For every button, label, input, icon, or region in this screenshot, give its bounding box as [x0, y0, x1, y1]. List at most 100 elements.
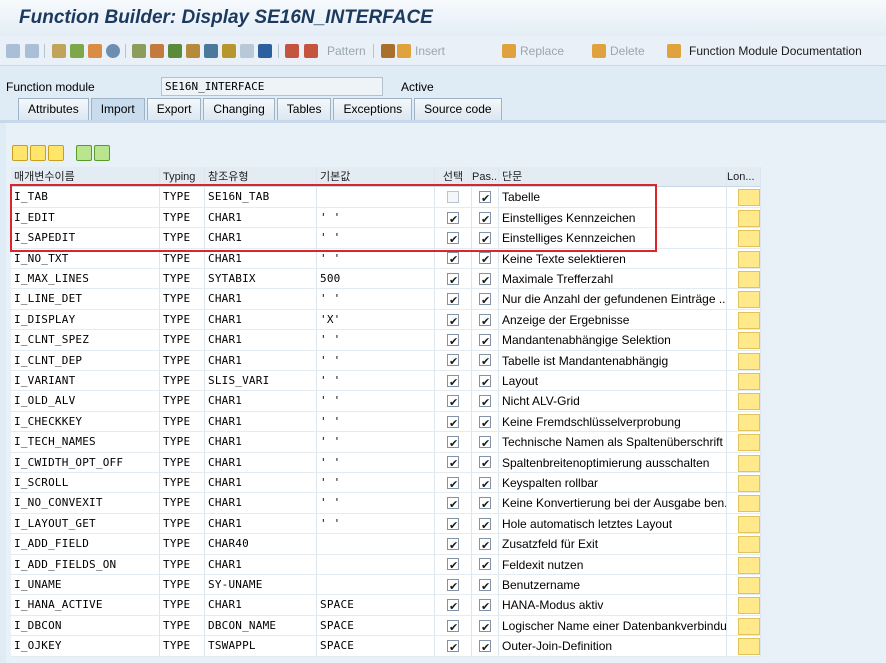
pass-value-checkbox[interactable] — [479, 230, 491, 248]
associated-type-cell[interactable]: CHAR1 — [205, 595, 317, 616]
typing-cell[interactable]: TYPE — [160, 411, 205, 433]
typing-cell[interactable]: TYPE — [160, 391, 205, 412]
optional-checkbox[interactable] — [447, 495, 459, 513]
typing-cell[interactable]: TYPE — [160, 289, 205, 310]
associated-type-cell[interactable]: CHAR1 — [205, 432, 317, 453]
short-text-cell[interactable]: Einstelliges Kennzeichen — [499, 207, 727, 229]
associated-type-cell[interactable]: CHAR1 — [205, 350, 317, 371]
hierarchy-icon[interactable] — [204, 42, 218, 60]
pass-value-checkbox[interactable] — [479, 454, 491, 472]
optional-checkbox[interactable] — [447, 393, 459, 411]
long-text-button[interactable] — [738, 250, 760, 268]
col-header-short-text[interactable]: 단문 — [499, 167, 727, 188]
pass-value-checkbox[interactable] — [479, 189, 491, 207]
optional-checkbox[interactable] — [447, 618, 459, 635]
long-text-button[interactable] — [738, 271, 760, 288]
default-value-cell[interactable]: ' ' — [317, 207, 435, 229]
short-text-cell[interactable]: Nicht ALV-Grid — [499, 391, 727, 412]
long-text-button[interactable] — [738, 393, 760, 411]
default-value-cell[interactable] — [317, 575, 435, 596]
active-inactive-icon[interactable] — [70, 42, 84, 60]
associated-type-cell[interactable]: CHAR1 — [205, 391, 317, 412]
tab-tables[interactable]: Tables — [276, 98, 332, 120]
short-text-cell[interactable]: Anzeige der Ergebnisse — [499, 309, 727, 331]
pass-value-checkbox[interactable] — [479, 516, 491, 533]
paste-icon[interactable] — [48, 145, 64, 161]
default-value-cell[interactable]: ' ' — [317, 391, 435, 412]
optional-checkbox[interactable] — [447, 577, 459, 594]
insert-row-icon[interactable] — [76, 145, 92, 161]
typing-cell[interactable]: TYPE — [160, 575, 205, 596]
object-list-icon[interactable] — [168, 42, 182, 60]
display-object-icon[interactable] — [240, 42, 254, 60]
parameter-name-cell[interactable]: I_ADD_FIELD — [11, 534, 160, 555]
long-text-button[interactable] — [738, 413, 760, 431]
parameter-name-cell[interactable]: I_NO_TXT — [11, 248, 160, 269]
pass-value-checkbox[interactable] — [479, 495, 491, 513]
pass-value-checkbox[interactable] — [479, 414, 491, 431]
short-text-cell[interactable]: Einstelliges Kennzeichen — [499, 228, 727, 249]
associated-type-cell[interactable]: SE16N_TAB — [205, 187, 317, 208]
typing-cell[interactable]: TYPE — [160, 534, 205, 555]
associated-type-cell[interactable]: DBCON_NAME — [205, 615, 317, 637]
optional-checkbox[interactable] — [447, 536, 459, 554]
forward-arrow-icon[interactable] — [25, 42, 39, 60]
typing-cell[interactable]: TYPE — [160, 473, 205, 494]
delete-button[interactable]: Delete — [592, 42, 645, 60]
parameter-name-cell[interactable]: I_CLNT_DEP — [11, 350, 160, 371]
typing-cell[interactable]: TYPE — [160, 309, 205, 331]
back-arrow-icon[interactable] — [6, 42, 20, 60]
typing-cell[interactable]: TYPE — [160, 207, 205, 229]
long-text-button[interactable] — [738, 373, 760, 390]
parameter-name-cell[interactable]: I_EDIT — [11, 207, 160, 229]
typing-cell[interactable]: TYPE — [160, 615, 205, 637]
associated-type-cell[interactable]: CHAR1 — [205, 493, 317, 514]
default-value-cell[interactable]: ' ' — [317, 513, 435, 535]
parameter-name-cell[interactable]: I_LAYOUT_GET — [11, 513, 160, 535]
short-text-cell[interactable]: Outer-Join-Definition — [499, 636, 727, 657]
default-value-cell[interactable]: ' ' — [317, 452, 435, 473]
long-text-button[interactable] — [738, 332, 760, 350]
enhance-icon[interactable] — [222, 42, 236, 60]
typing-cell[interactable]: TYPE — [160, 330, 205, 351]
associated-type-cell[interactable]: SY-UNAME — [205, 575, 317, 596]
function-module-documentation-button[interactable]: Function Module Documentation — [667, 42, 862, 60]
edit-icon[interactable] — [150, 42, 164, 60]
pass-value-checkbox[interactable] — [479, 536, 491, 554]
default-value-cell[interactable]: SPACE — [317, 615, 435, 637]
typing-cell[interactable]: TYPE — [160, 554, 205, 575]
short-text-cell[interactable]: Zusatzfeld für Exit — [499, 534, 727, 555]
short-text-cell[interactable]: Feldexit nutzen — [499, 554, 727, 575]
default-value-cell[interactable]: SPACE — [317, 636, 435, 657]
typing-cell[interactable]: TYPE — [160, 269, 205, 290]
short-text-cell[interactable]: Logischer Name einer Datenbankverbindu.. — [499, 615, 727, 637]
long-text-button[interactable] — [738, 352, 760, 370]
pass-value-checkbox[interactable] — [479, 393, 491, 411]
default-value-cell[interactable]: 'X' — [317, 309, 435, 331]
long-text-button[interactable] — [738, 617, 760, 635]
check-icon[interactable] — [88, 42, 102, 60]
pass-value-checkbox[interactable] — [479, 618, 491, 635]
optional-checkbox[interactable] — [447, 352, 459, 370]
typing-cell[interactable]: TYPE — [160, 187, 205, 208]
display-change-icon[interactable] — [52, 42, 66, 60]
associated-type-cell[interactable]: CHAR1 — [205, 554, 317, 575]
short-text-cell[interactable]: Layout — [499, 371, 727, 392]
tab-import[interactable]: Import — [90, 98, 145, 120]
session-breakpoint-icon[interactable] — [304, 42, 318, 60]
short-text-cell[interactable]: Keine Texte selektieren — [499, 248, 727, 269]
typing-cell[interactable]: TYPE — [160, 636, 205, 657]
short-text-cell[interactable]: Spaltenbreitenoptimierung ausschalten — [499, 452, 727, 473]
optional-checkbox[interactable] — [447, 597, 459, 615]
pass-value-checkbox[interactable] — [479, 332, 491, 350]
short-text-cell[interactable]: Nur die Anzahl der gefundenen Einträge .… — [499, 289, 727, 310]
parameter-name-cell[interactable]: I_VARIANT — [11, 371, 160, 392]
long-text-button[interactable] — [738, 475, 760, 492]
associated-type-cell[interactable]: CHAR1 — [205, 411, 317, 433]
associated-type-cell[interactable]: CHAR1 — [205, 248, 317, 269]
optional-checkbox[interactable] — [447, 210, 459, 227]
col-header-optional[interactable]: 선택 — [435, 167, 472, 188]
associated-type-cell[interactable]: CHAR1 — [205, 452, 317, 473]
col-header-long-text[interactable]: Lon... — [727, 167, 761, 188]
pass-value-checkbox[interactable] — [479, 434, 491, 452]
